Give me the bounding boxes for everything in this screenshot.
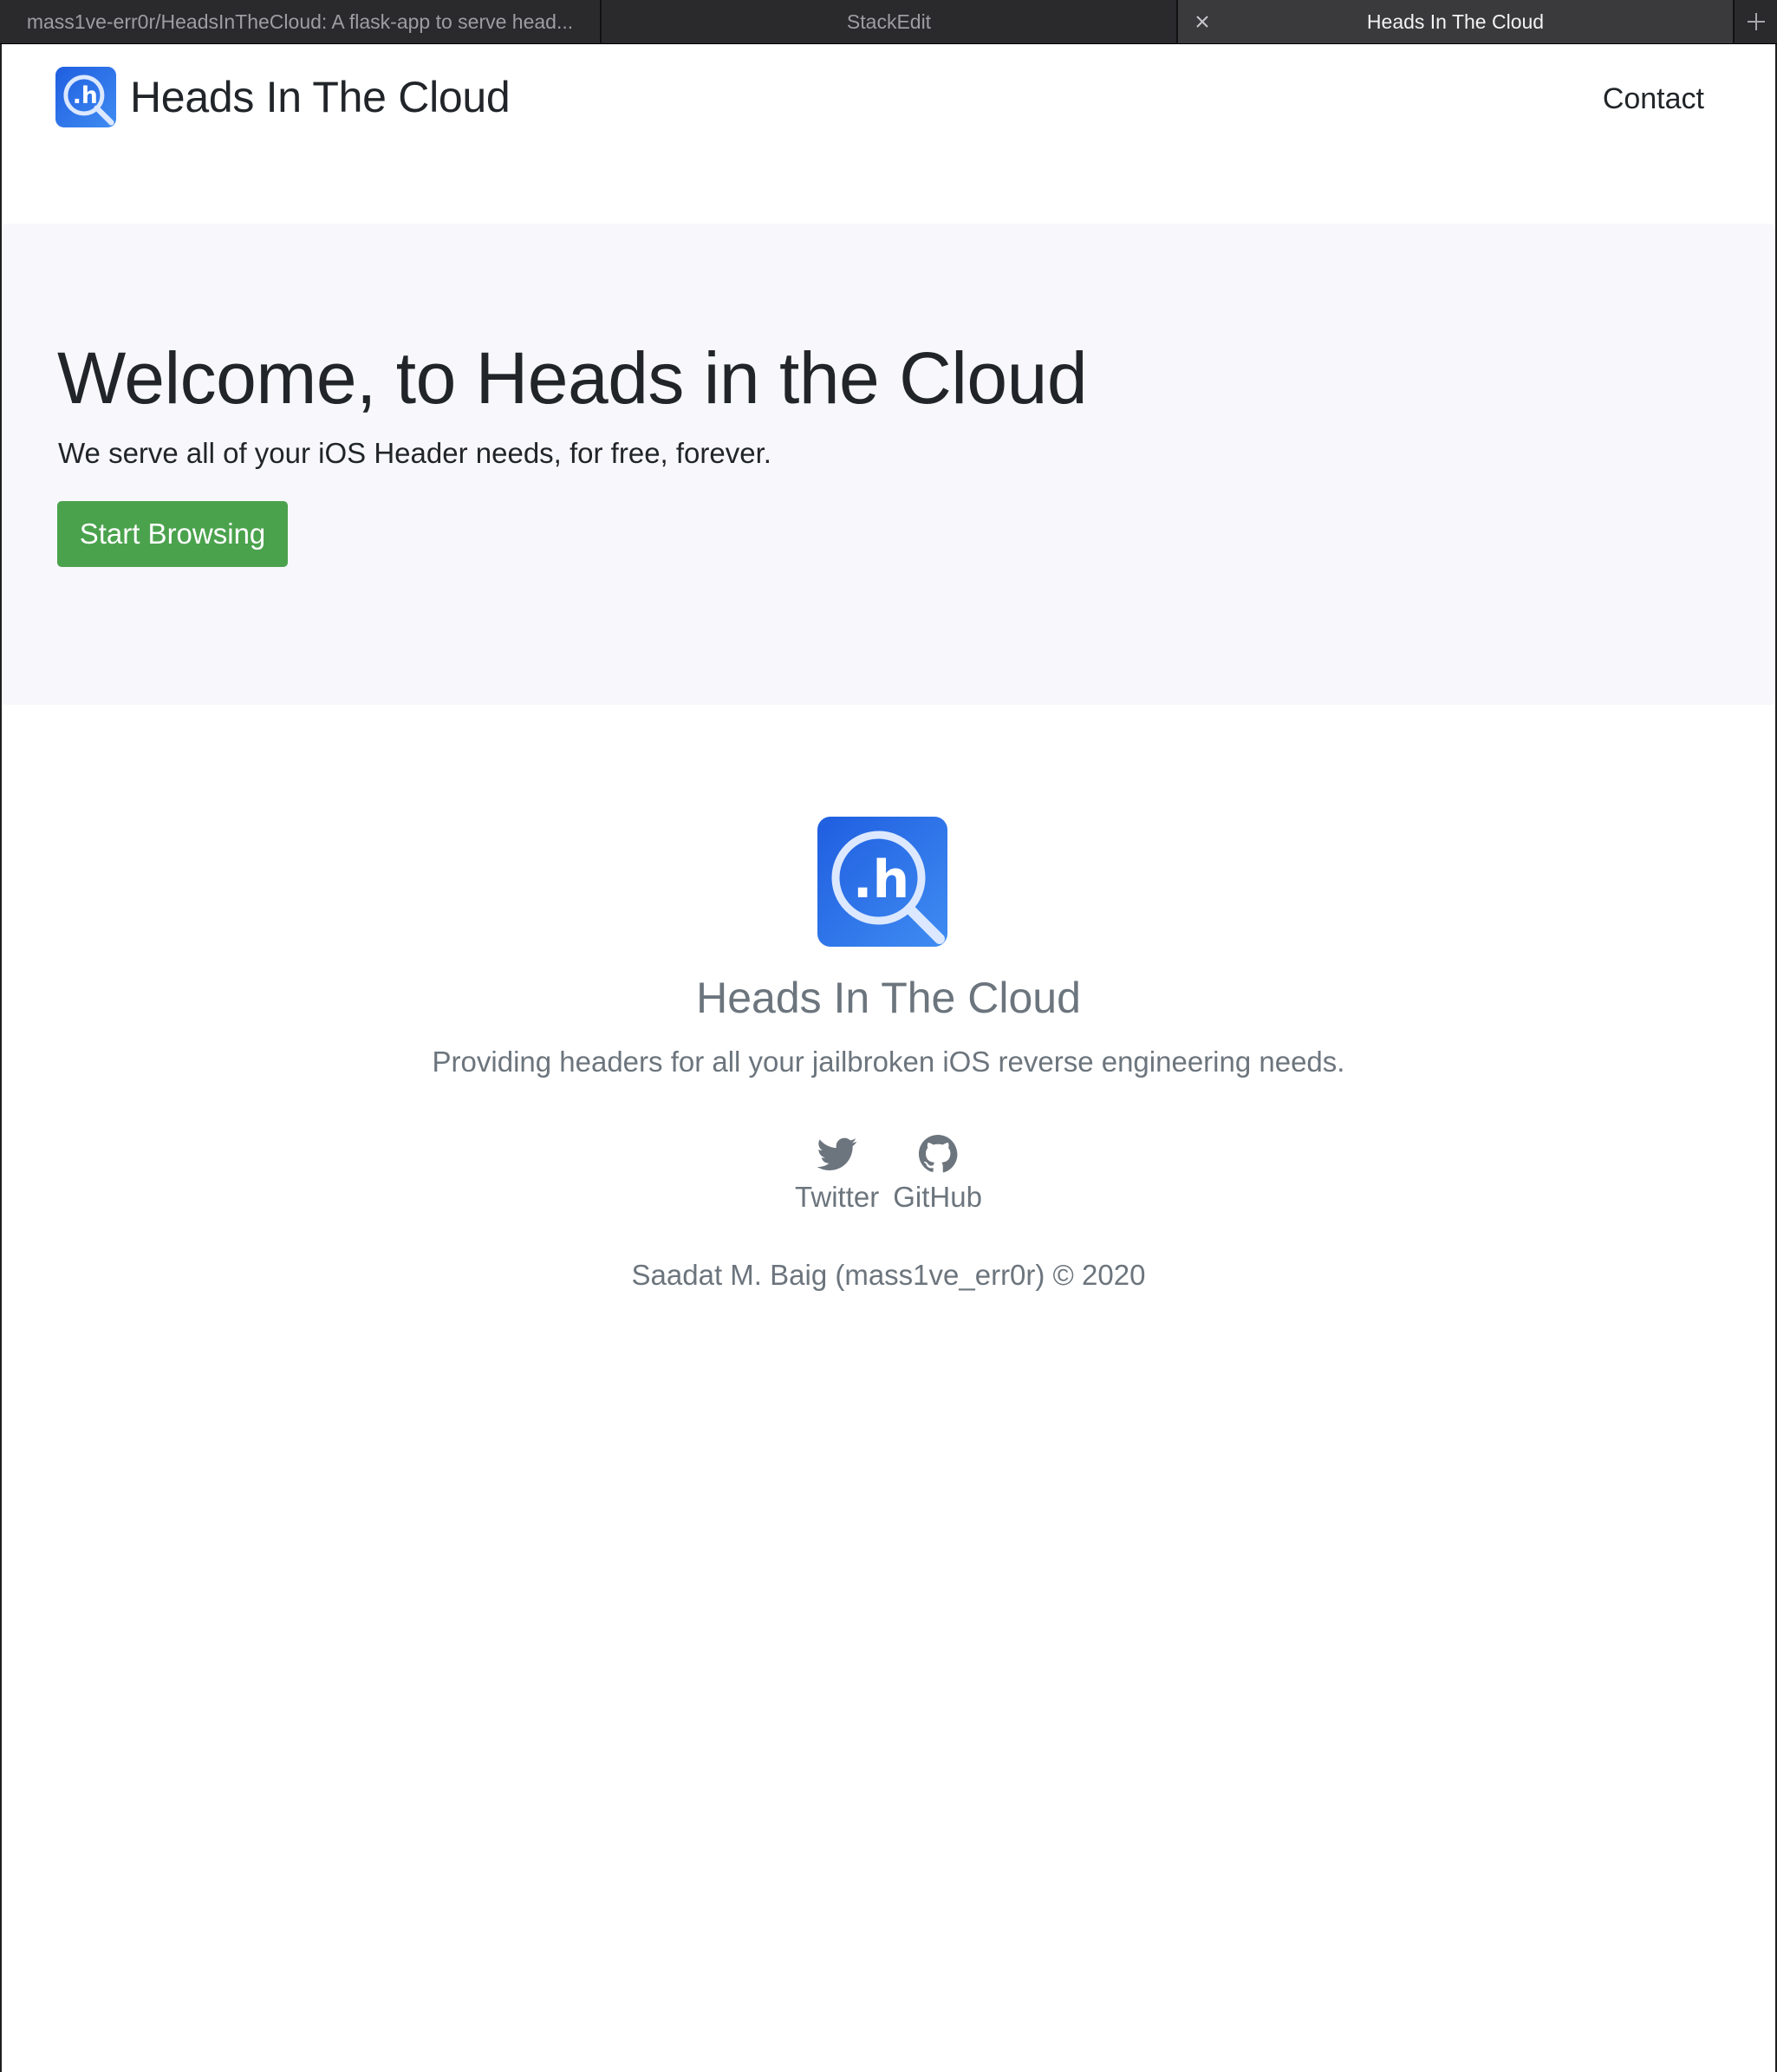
- github-icon: [918, 1134, 958, 1173]
- twitter-label: Twitter: [795, 1181, 880, 1213]
- navbar: .h Heads In The Cloud Contact: [2, 44, 1775, 200]
- social-links: Twitter GitHub: [2, 1134, 1775, 1214]
- tab-label: Heads In The Cloud: [1366, 10, 1545, 33]
- footer-title: Heads In The Cloud: [696, 974, 1081, 1022]
- hero-section: Welcome, to Heads in the Cloud We serve …: [2, 224, 1775, 705]
- twitter-icon: [817, 1137, 856, 1170]
- app-logo-icon: .h: [55, 67, 116, 127]
- start-browsing-button[interactable]: Start Browsing: [57, 501, 288, 567]
- github-link[interactable]: GitHub: [893, 1134, 982, 1214]
- copyright-text: Saadat M. Baig (mass1ve_err0r) © 2020: [631, 1259, 1146, 1291]
- browser-tab[interactable]: mass1ve-err0r/HeadsInTheCloud: A flask-a…: [0, 0, 602, 43]
- browser-tab-bar: mass1ve-err0r/HeadsInTheCloud: A flask-a…: [0, 0, 1777, 44]
- new-tab-button[interactable]: [1735, 0, 1777, 43]
- svg-text:.h: .h: [73, 82, 98, 109]
- brand-name: Heads In The Cloud: [130, 73, 511, 121]
- footer-tagline: Providing headers for all your jailbroke…: [432, 1046, 1345, 1078]
- browser-tab-active[interactable]: Heads In The Cloud: [1178, 0, 1735, 43]
- github-label: GitHub: [893, 1181, 982, 1213]
- hero-lead: We serve all of your iOS Header needs, f…: [58, 437, 771, 469]
- nav-contact-link[interactable]: Contact: [1603, 82, 1704, 116]
- tab-label: mass1ve-err0r/HeadsInTheCloud: A flask-a…: [26, 10, 574, 33]
- plus-icon: [1747, 13, 1765, 30]
- brand-link[interactable]: .h Heads In The Cloud: [55, 67, 511, 127]
- hero-title: Welcome, to Heads in the Cloud: [57, 337, 1088, 419]
- tab-label: StackEdit: [846, 10, 932, 33]
- twitter-link[interactable]: Twitter: [795, 1134, 879, 1214]
- svg-text:.h: .h: [853, 850, 910, 910]
- close-tab-icon[interactable]: [1192, 11, 1213, 32]
- footer-logo-icon: .h: [817, 817, 947, 947]
- browser-tab[interactable]: StackEdit: [602, 0, 1178, 43]
